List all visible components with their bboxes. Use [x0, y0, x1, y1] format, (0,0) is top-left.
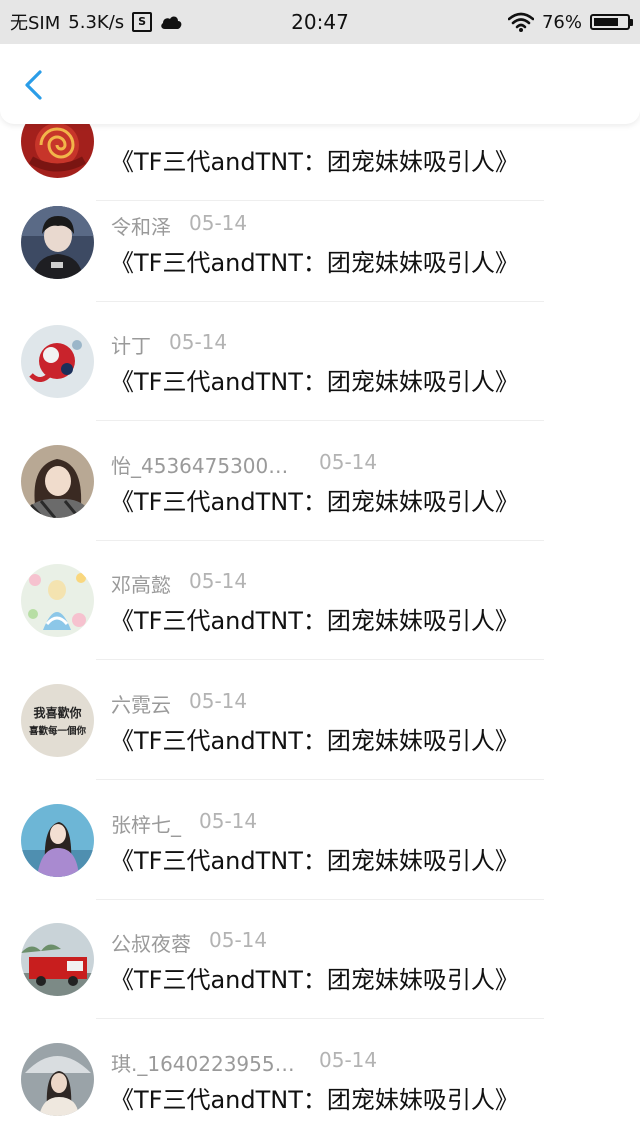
wifi-icon: [507, 12, 534, 32]
avatar: [21, 445, 94, 518]
chevron-left-icon: [25, 70, 42, 100]
message-date: 05-14: [319, 450, 378, 474]
message-date: 05-14: [169, 330, 228, 354]
status-right: 76%: [507, 0, 633, 44]
battery-icon: [590, 14, 633, 30]
user-name: 六霓云: [111, 693, 171, 717]
nav-bar: [0, 44, 640, 124]
item-meta: 张梓七_ 05-14: [111, 809, 257, 837]
user-name: 令和泽: [111, 215, 171, 239]
divider: [96, 420, 544, 421]
message-text: 《TF三代andTNT：团宠妹妹吸引人》: [110, 148, 519, 176]
list-item[interactable]: 张梓七_ 05-14 《TF三代andTNT：团宠妹妹吸引人》: [0, 781, 640, 900]
status-bar: 无SIM 5.3K/s S 20:47 76%: [0, 0, 640, 44]
battery-level: [594, 18, 618, 26]
avatar-caption-1: 我喜歡你: [33, 705, 81, 720]
item-meta: 计丁 05-14: [111, 330, 227, 358]
user-name: 公叔夜蓉: [111, 932, 191, 956]
item-meta: 怡_4536475300… 05-14: [111, 450, 377, 478]
list-item[interactable]: 公叔夜蓉 05-14 《TF三代andTNT：团宠妹妹吸引人》: [0, 900, 640, 1019]
item-meta: 琪._1640223955… 05-14: [111, 1048, 377, 1076]
avatar: [21, 564, 94, 637]
message-date: 05-14: [319, 1048, 378, 1072]
item-meta: 六霓云 05-14: [111, 689, 247, 717]
user-name: 怡_4536475300…: [111, 454, 289, 478]
avatar: [21, 923, 94, 996]
message-text: 《TF三代andTNT：团宠妹妹吸引人》: [110, 1086, 519, 1114]
avatar: 我喜歡你 喜歡每一個你: [21, 684, 94, 757]
list-item[interactable]: 计丁 05-14 《TF三代andTNT：团宠妹妹吸引人》: [0, 302, 640, 421]
message-date: 05-14: [189, 211, 248, 235]
list-item[interactable]: 邓高懿 05-14 《TF三代andTNT：团宠妹妹吸引人》: [0, 541, 640, 660]
message-date: 05-14: [209, 928, 268, 952]
message-text: 《TF三代andTNT：团宠妹妹吸引人》: [110, 607, 519, 635]
message-text: 《TF三代andTNT：团宠妹妹吸引人》: [110, 249, 519, 277]
message-text: 《TF三代andTNT：团宠妹妹吸引人》: [110, 966, 519, 994]
message-date: 05-14: [189, 569, 248, 593]
message-date: 05-14: [199, 809, 258, 833]
battery-percent: 76%: [541, 11, 582, 33]
item-meta: 公叔夜蓉 05-14: [111, 928, 267, 956]
message-text: 《TF三代andTNT：团宠妹妹吸引人》: [110, 368, 519, 396]
avatar: [21, 1043, 94, 1116]
back-button[interactable]: [18, 68, 52, 102]
item-meta: 邓高懿 05-14: [111, 569, 247, 597]
user-name: 计丁: [111, 334, 151, 358]
avatar-caption-2: 喜歡每一個你: [29, 725, 87, 737]
divider: [96, 659, 544, 660]
user-name: 邓高懿: [111, 573, 171, 597]
user-name: 琪._1640223955…: [111, 1052, 295, 1076]
avatar: [21, 804, 94, 877]
list-item[interactable]: 怡_4536475300… 05-14 《TF三代andTNT：团宠妹妹吸引人》: [0, 422, 640, 541]
user-name: 张梓七_: [111, 813, 181, 837]
message-text: 《TF三代andTNT：团宠妹妹吸引人》: [110, 847, 519, 875]
item-meta: 令和泽 05-14: [111, 211, 247, 239]
list-item[interactable]: 我喜歡你 喜歡每一個你 六霓云 05-14 《TF三代andTNT：团宠妹妹吸引人…: [0, 661, 640, 780]
avatar: [21, 206, 94, 279]
list-item[interactable]: 琪._1640223955… 05-14 《TF三代andTNT：团宠妹妹吸引人》: [0, 1020, 640, 1139]
divider: [96, 779, 544, 780]
divider: [96, 1018, 544, 1019]
list-item[interactable]: 令和泽 05-14 《TF三代andTNT：团宠妹妹吸引人》: [0, 183, 640, 302]
message-date: 05-14: [189, 689, 248, 713]
avatar: [21, 325, 94, 398]
message-text: 《TF三代andTNT：团宠妹妹吸引人》: [110, 488, 519, 516]
message-text: 《TF三代andTNT：团宠妹妹吸引人》: [110, 727, 519, 755]
